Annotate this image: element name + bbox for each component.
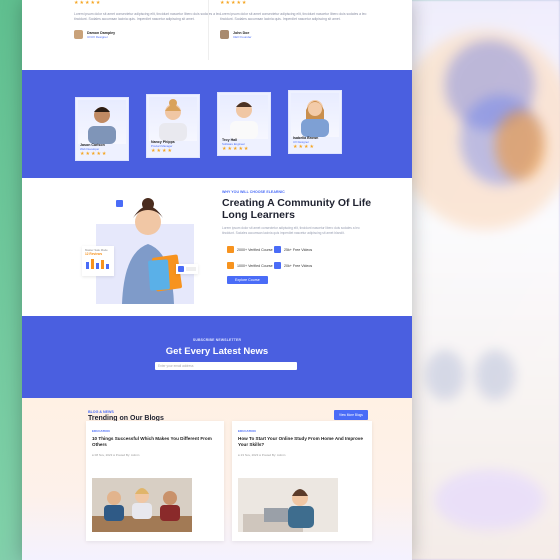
team-member-card[interactable]: Jason Carlson Web Developer ★★★★★	[75, 97, 129, 161]
member-photo	[78, 100, 126, 144]
testimonial-text: Lorem ipsum dolor sit amet consectetur a…	[74, 12, 221, 21]
team-member-card[interactable]: Troy Hall Software Engineer ★★★★★	[217, 92, 271, 156]
avatar	[220, 30, 229, 39]
blog-tag: EDUCATION	[92, 429, 110, 433]
blog-eyebrow: BLOG & NEWS	[88, 410, 114, 414]
user-role: UI/UX Designer	[87, 34, 108, 39]
play-icon	[178, 266, 184, 272]
testimonial-text: Lorem ipsum dolor sit amet consectetur a…	[220, 12, 367, 21]
section-title: Creating A Community Of Life Long Learne…	[222, 197, 372, 221]
video-icon	[274, 262, 281, 269]
blog-meta: ● 08 Nov, 2023 ● Posted By: Admin	[92, 453, 140, 457]
team-member-card[interactable]: Nancy Phipps Product Manager ★★★★	[146, 94, 200, 158]
stat-item: 1000+ Verified Course	[227, 262, 273, 269]
rating-stars: ★★★★★	[222, 146, 250, 152]
stat-item: 2000+ Verified Course	[227, 246, 273, 253]
stat-item: 25k+ Free Videos	[274, 246, 312, 253]
hero-illustration: Master Sale Mode 12 Reviews	[82, 194, 198, 308]
landing-page: ★★★★★ Lorem ipsum dolor sit amet consect…	[22, 0, 412, 560]
newsletter-eyebrow: SUBSCRIBE NEWSLETTER	[192, 338, 242, 342]
badge-value: 12 Reviews	[85, 252, 103, 256]
course-icon	[227, 246, 234, 253]
user-role: CEO Founder	[233, 34, 252, 39]
avatar	[74, 30, 83, 39]
rating-stars: ★★★★	[151, 148, 173, 154]
rating-stars: ★★★★★	[74, 0, 102, 6]
rating-stars: ★★★★★	[80, 151, 108, 157]
stat-item: 20k+ Free Videos	[274, 262, 312, 269]
search-icon	[116, 200, 123, 207]
divider	[208, 0, 209, 60]
section-eyebrow: WHY YOU WILL CHOOSE ELEARNIC	[222, 190, 285, 194]
newsletter-section: SUBSCRIBE NEWSLETTER Get Every Latest Ne…	[22, 316, 412, 398]
view-more-blogs-button[interactable]: View More Blogs	[334, 410, 368, 420]
community-content: WHY YOU WILL CHOOSE ELEARNIC Creating A …	[222, 190, 382, 235]
background-blurred-preview	[395, 0, 560, 560]
rating-stars: ★★★★★	[220, 0, 248, 6]
blog-image	[238, 478, 338, 532]
video-badge	[176, 264, 198, 274]
testimonials-section: ★★★★★ Lorem ipsum dolor sit amet consect…	[22, 0, 412, 70]
member-photo	[291, 93, 339, 137]
course-icon	[227, 262, 234, 269]
blog-post-title[interactable]: How To Start Your Online Study From Home…	[238, 436, 366, 448]
member-photo	[149, 97, 197, 141]
video-icon	[274, 246, 281, 253]
blog-image	[92, 478, 192, 532]
bar-chart-icon	[86, 259, 109, 269]
member-photo	[220, 95, 268, 139]
testimonial-card: ★★★★★ Lorem ipsum dolor sit amet consect…	[74, 0, 222, 62]
email-input[interactable]: Enter your email address	[155, 362, 297, 370]
blog-card[interactable]: EDUCATION How To Start Your Online Study…	[232, 421, 372, 541]
sales-badge: Master Sale Mode 12 Reviews	[82, 246, 114, 276]
section-description: Lorem ipsum dolor sit amet consectetur a…	[222, 226, 360, 235]
community-section: Master Sale Mode 12 Reviews WHY YOU WILL…	[22, 178, 412, 316]
blog-post-title[interactable]: 10 Things Successful Which Makes You Dif…	[92, 436, 218, 448]
newsletter-title: Get Every Latest News	[165, 346, 269, 357]
team-member-card[interactable]: Isabella Brown UX Designer ★★★★	[288, 90, 342, 154]
team-section: Jason Carlson Web Developer ★★★★★ Nancy …	[22, 70, 412, 178]
rating-stars: ★★★★	[293, 144, 315, 150]
explore-course-button[interactable]: Explore Course	[227, 276, 268, 284]
blog-section: BLOG & NEWS Trending on Our Blogs View M…	[22, 398, 412, 560]
blog-meta: ● 23 Nov, 2023 ● Posted By: Admin	[238, 453, 286, 457]
testimonial-card: ★★★★★ Lorem ipsum dolor sit amet consect…	[220, 0, 368, 62]
blog-card[interactable]: EDUCATION 10 Things Successful Which Mak…	[86, 421, 224, 541]
user-name: Damon Dampley	[87, 30, 116, 35]
user-name: John Doe	[233, 30, 250, 35]
blog-tag: EDUCATION	[238, 429, 256, 433]
